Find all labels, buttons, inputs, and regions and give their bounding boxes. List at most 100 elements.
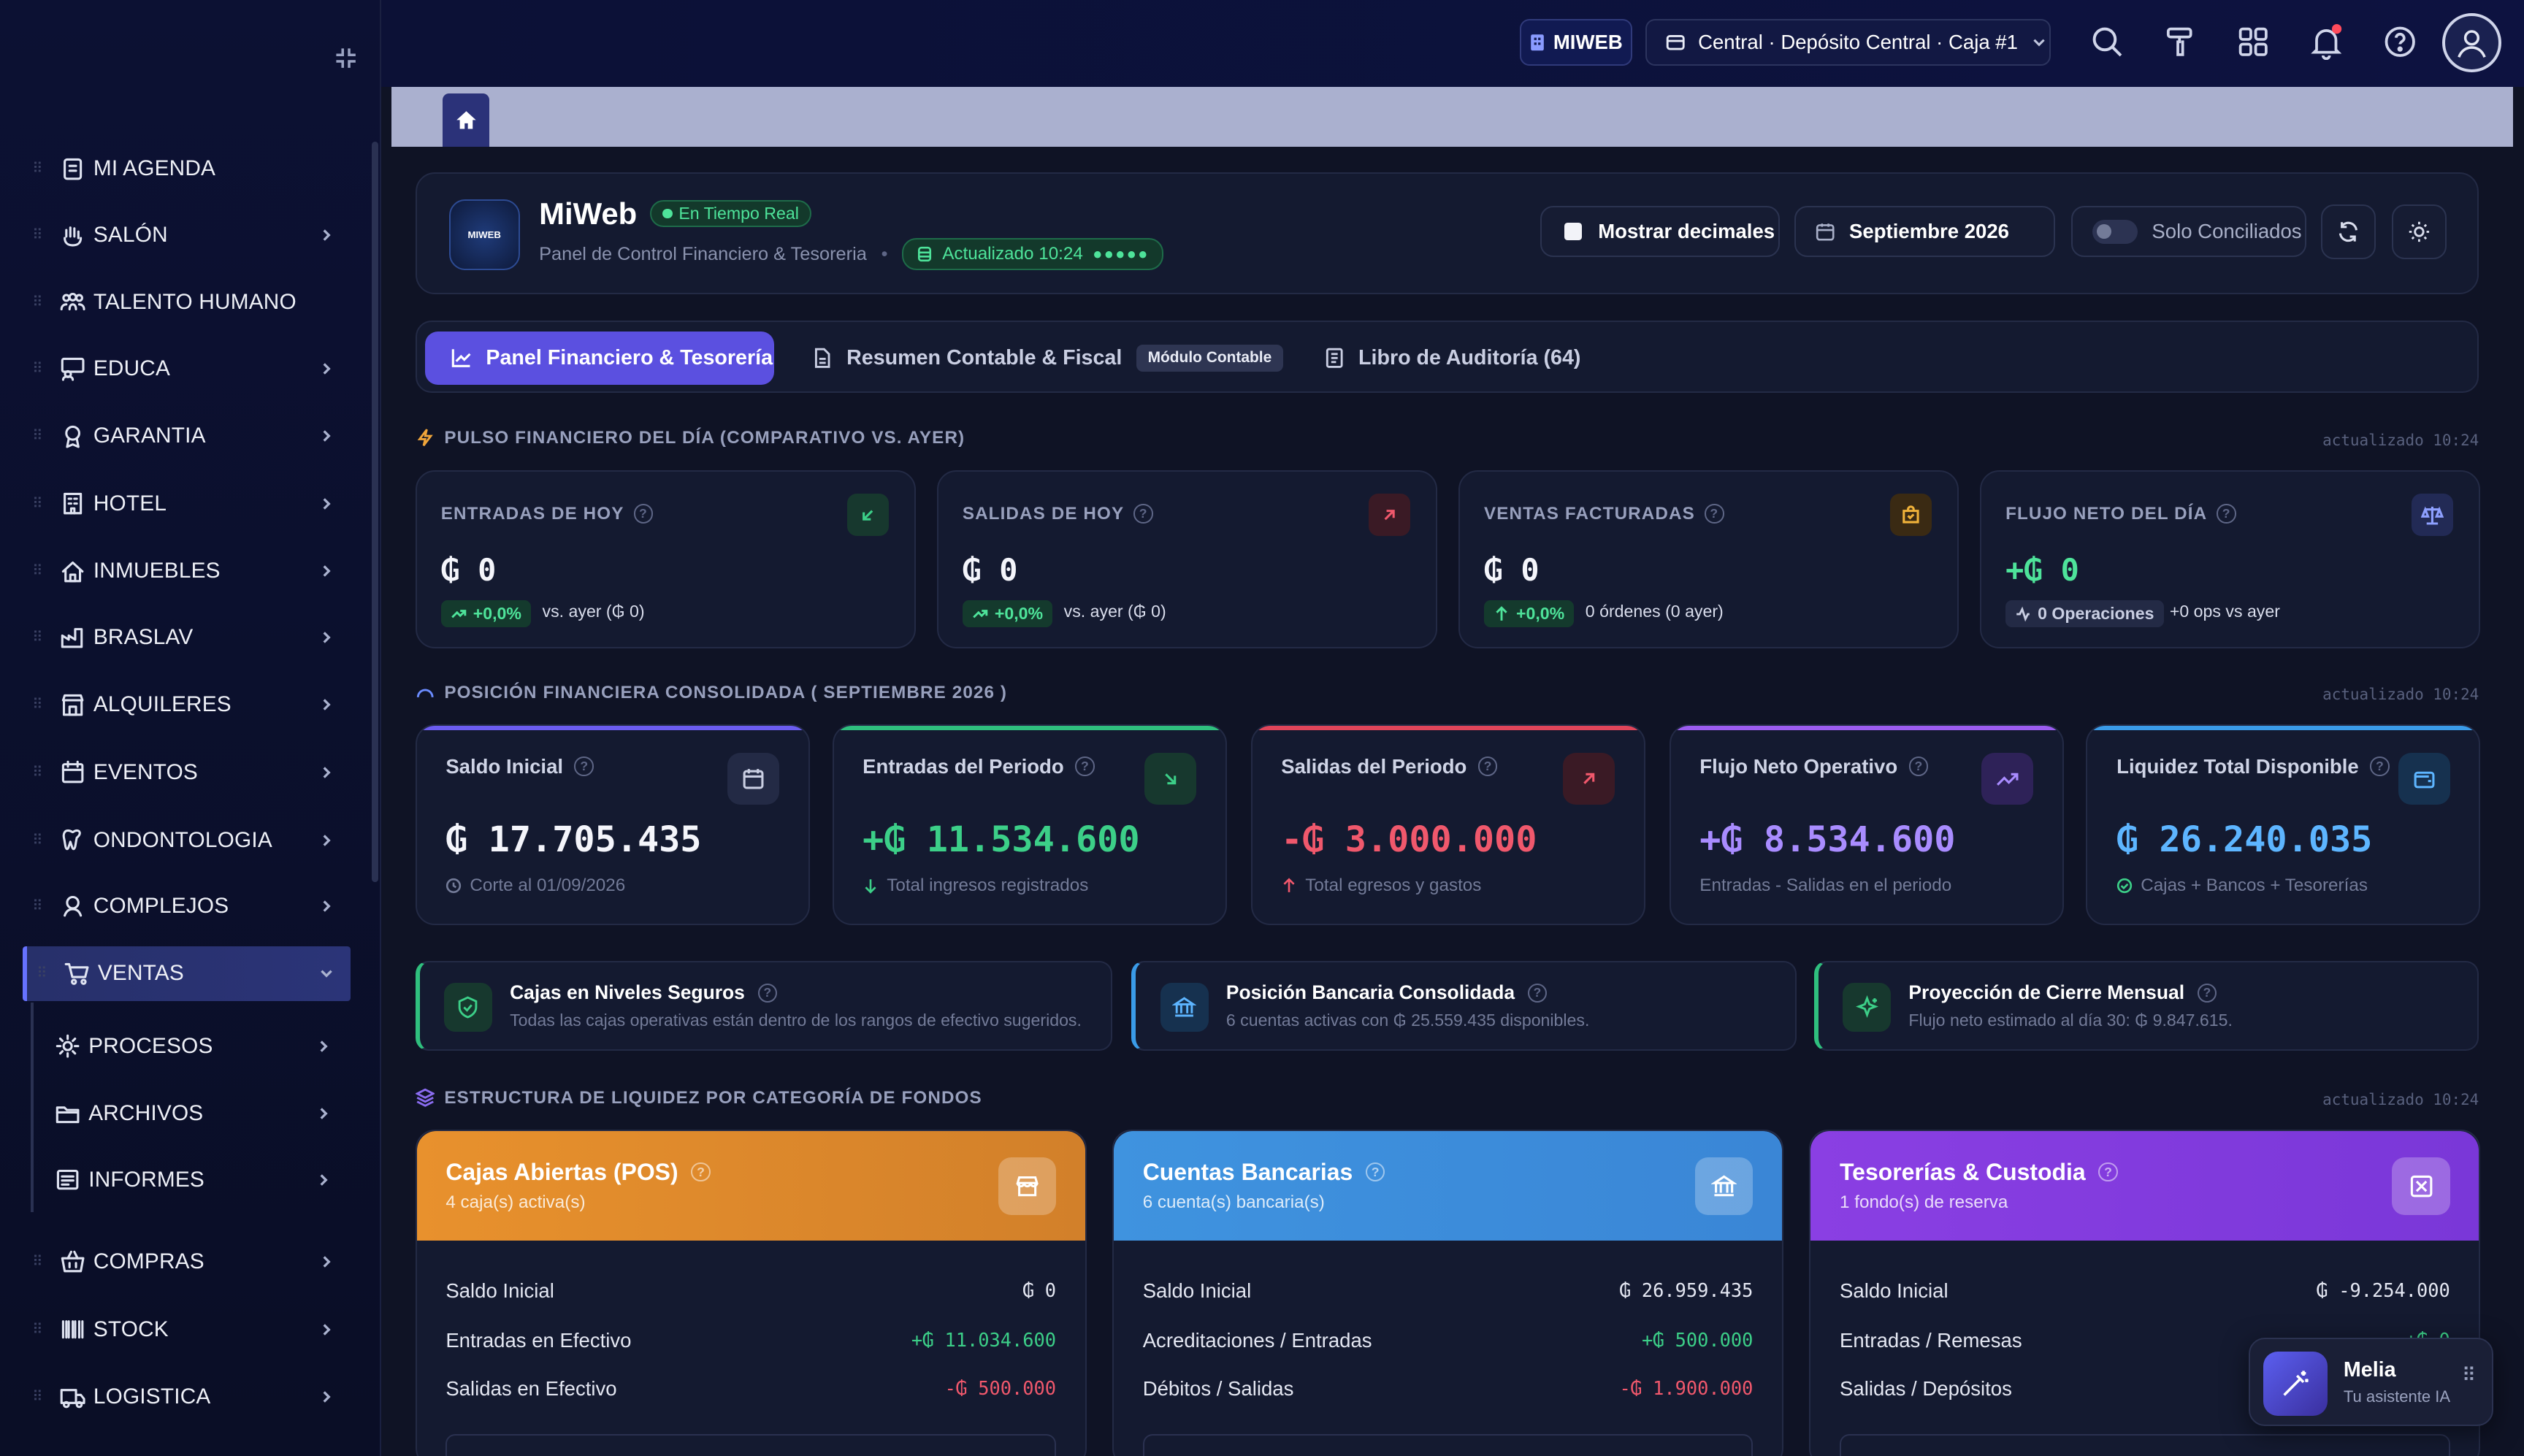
drag-grip-icon[interactable]: ⠿ xyxy=(32,765,43,781)
show-decimals-checkbox[interactable] xyxy=(1564,223,1583,241)
sidebar-item-educa[interactable]: ⠿ EDUCA xyxy=(23,341,351,396)
help-icon[interactable]: ? xyxy=(1527,983,1548,1003)
bell-icon[interactable] xyxy=(2309,24,2344,60)
liquidity-detail-button[interactable] xyxy=(1142,1433,1754,1456)
sidebar-subitem-informes[interactable]: INFORMES xyxy=(32,1152,348,1207)
chevron-right-icon xyxy=(320,1173,328,1186)
help-icon[interactable]: ? xyxy=(2098,1162,2118,1182)
help-icon[interactable]: ? xyxy=(1477,756,1498,776)
calendar-icon xyxy=(61,761,83,783)
drag-grip-icon[interactable]: ⠿ xyxy=(32,563,43,579)
sidebar-item-complejos[interactable]: ⠿ COMPLEJOS xyxy=(23,878,351,933)
sidebar-item-mi-agenda[interactable]: ⠿ MI AGENDA xyxy=(23,142,351,196)
drag-grip-icon[interactable]: ⠿ xyxy=(32,898,43,914)
help-icon[interactable]: ? xyxy=(1075,756,1095,776)
drag-grip-icon[interactable]: ⠿ xyxy=(32,1322,43,1338)
liquidity-row: Salidas en Efectivo -₲ 500.000 xyxy=(445,1377,1057,1401)
location-select[interactable]: Central · Depósito Central · Caja #1 xyxy=(1645,19,2051,66)
apps-grid-icon[interactable] xyxy=(2236,24,2271,59)
drag-grip-icon[interactable]: ⠿ xyxy=(32,161,43,177)
show-decimals-toggle[interactable]: Mostrar decimales xyxy=(1540,205,1781,258)
sidebar-item-stock[interactable]: ⠿ STOCK xyxy=(23,1302,351,1357)
tab-accounting-summary[interactable]: Resumen Contable & Fiscal Módulo Contabl… xyxy=(813,332,1283,385)
paint-roller-icon[interactable] xyxy=(2162,24,2197,59)
help-icon[interactable]: ? xyxy=(1133,504,1153,524)
drag-grip-icon[interactable]: ⠿ xyxy=(32,294,43,310)
sidebar-item-talento-humano[interactable]: ⠿ TALENTO HUMANO xyxy=(23,275,351,330)
drag-grip-icon[interactable]: ⠿ xyxy=(37,965,47,981)
avatar[interactable] xyxy=(2441,12,2502,73)
trend-up-icon xyxy=(1496,605,1507,621)
badge-icon xyxy=(64,425,80,448)
accounting-module-badge: Módulo Contable xyxy=(1136,344,1283,372)
drag-grip-icon[interactable]: ⠿ xyxy=(32,832,43,848)
theme-button[interactable] xyxy=(2392,204,2447,259)
sidebar-item-ventas[interactable]: ⠿ VENTAS xyxy=(22,946,351,1001)
sidebar-item-inmuebles[interactable]: ⠿ INMUEBLES xyxy=(23,544,351,599)
collapse-icon[interactable] xyxy=(333,45,359,71)
sidebar-scrollbar[interactable] xyxy=(372,141,378,882)
sidebar-item-hotel[interactable]: ⠿ HOTEL xyxy=(23,476,351,531)
chevron-right-icon xyxy=(323,767,332,778)
topbar: MIWEB Central · Depósito Central · Caja … xyxy=(381,0,2524,88)
company-button[interactable]: MIWEB xyxy=(1519,19,1632,66)
help-icon[interactable]: ? xyxy=(2197,983,2217,1003)
sidebar-item-ondontologia[interactable]: ⠿ ONDONTOLOGIA xyxy=(23,813,351,867)
trend-up-icon xyxy=(451,609,467,618)
assistant-name: Melia xyxy=(2343,1358,2396,1382)
search-icon[interactable] xyxy=(2089,24,2125,59)
only-reconciled-switch[interactable]: Solo Conciliados xyxy=(2071,205,2307,258)
sidebar-item-braslav[interactable]: ⠿ BRASLAV xyxy=(23,610,351,664)
drag-grip-icon[interactable]: ⠿ xyxy=(32,496,43,512)
tab-financial-panel[interactable]: Panel Financiero & Tesorería xyxy=(424,331,774,385)
help-icon[interactable]: ? xyxy=(1705,504,1724,524)
tab-audit-book[interactable]: Libro de Auditoría (64) xyxy=(1325,332,1580,385)
app-window: ⠿ MI AGENDA ⠿ SALÓN ⠿ TALENTO HUMANO ⠿ E… xyxy=(0,0,2524,1456)
store-icon[interactable] xyxy=(998,1157,1057,1215)
sidebar-item-sal-n[interactable]: ⠿ SALÓN xyxy=(23,207,351,262)
ai-assistant-widget[interactable]: Melia Tu asistente IA ⠿ xyxy=(2249,1337,2494,1426)
drag-grip-icon[interactable]: ⠿ xyxy=(32,227,43,243)
drag-grip-icon[interactable]: ⠿ xyxy=(32,697,43,713)
sidebar-item-logistica[interactable]: ⠿ LOGISTICA xyxy=(23,1370,351,1425)
home-button[interactable] xyxy=(443,93,490,147)
ledger-icon xyxy=(1326,348,1343,368)
month-picker[interactable]: Septiembre 2026 xyxy=(1794,205,2056,258)
help-icon[interactable]: ? xyxy=(1908,756,1929,776)
drag-grip-icon[interactable]: ⠿ xyxy=(32,1389,43,1405)
help-icon[interactable]: ? xyxy=(691,1162,711,1182)
help-icon[interactable]: ? xyxy=(574,756,594,776)
sun-icon xyxy=(2409,221,2430,242)
reconciled-switch-track[interactable] xyxy=(2092,219,2138,244)
kpi-compare: vs. ayer (₲ 0) xyxy=(542,602,645,621)
sidebar-item-eventos[interactable]: ⠿ EVENTOS xyxy=(23,745,351,800)
drag-grip-icon[interactable]: ⠿ xyxy=(32,1254,43,1270)
kpi-change-chip: +0,0% xyxy=(1483,599,1575,628)
sidebar-item-alquileres[interactable]: ⠿ ALQUILERES xyxy=(23,678,351,732)
help-icon[interactable]: ? xyxy=(2217,504,2236,524)
drag-grip-icon[interactable]: ⠿ xyxy=(32,428,43,444)
month-label: Septiembre 2026 xyxy=(1849,220,2009,243)
gauge-icon xyxy=(416,689,434,697)
liquidity-detail-button[interactable] xyxy=(445,1433,1057,1456)
bank-icon[interactable] xyxy=(1695,1157,1754,1215)
sidebar-subitem-procesos[interactable]: PROCESOS xyxy=(32,1019,348,1073)
kpi-card: ENTRADAS DE HOY? ₲ 0 +0,0% vs. ayer (₲ 0… xyxy=(415,470,917,649)
help-icon[interactable]: ? xyxy=(757,983,777,1003)
liquidity-updated: actualizado 10:24 xyxy=(2322,1091,2479,1109)
help-icon[interactable] xyxy=(2382,24,2417,59)
drag-grip-icon[interactable]: ⠿ xyxy=(32,629,43,645)
help-icon[interactable]: ? xyxy=(1365,1162,1385,1182)
liquidity-detail-button[interactable] xyxy=(1840,1433,2450,1456)
drag-handle-icon[interactable]: ⠿ xyxy=(2462,1365,2476,1384)
vault-icon[interactable] xyxy=(2392,1157,2450,1215)
help-icon[interactable]: ? xyxy=(2370,756,2390,776)
sidebar-item-compras[interactable]: ⠿ COMPRAS xyxy=(23,1235,351,1290)
help-icon[interactable]: ? xyxy=(633,504,654,524)
sidebar-subitem-archivos[interactable]: ARCHIVOS xyxy=(32,1087,348,1141)
sidebar-item-garantia[interactable]: ⠿ GARANTIA xyxy=(23,409,351,464)
drag-grip-icon[interactable]: ⠿ xyxy=(32,361,43,377)
refresh-button[interactable] xyxy=(2321,204,2376,259)
hand-icon xyxy=(63,226,82,247)
kpi-compare: 0 órdenes (0 ayer) xyxy=(1585,602,1724,621)
